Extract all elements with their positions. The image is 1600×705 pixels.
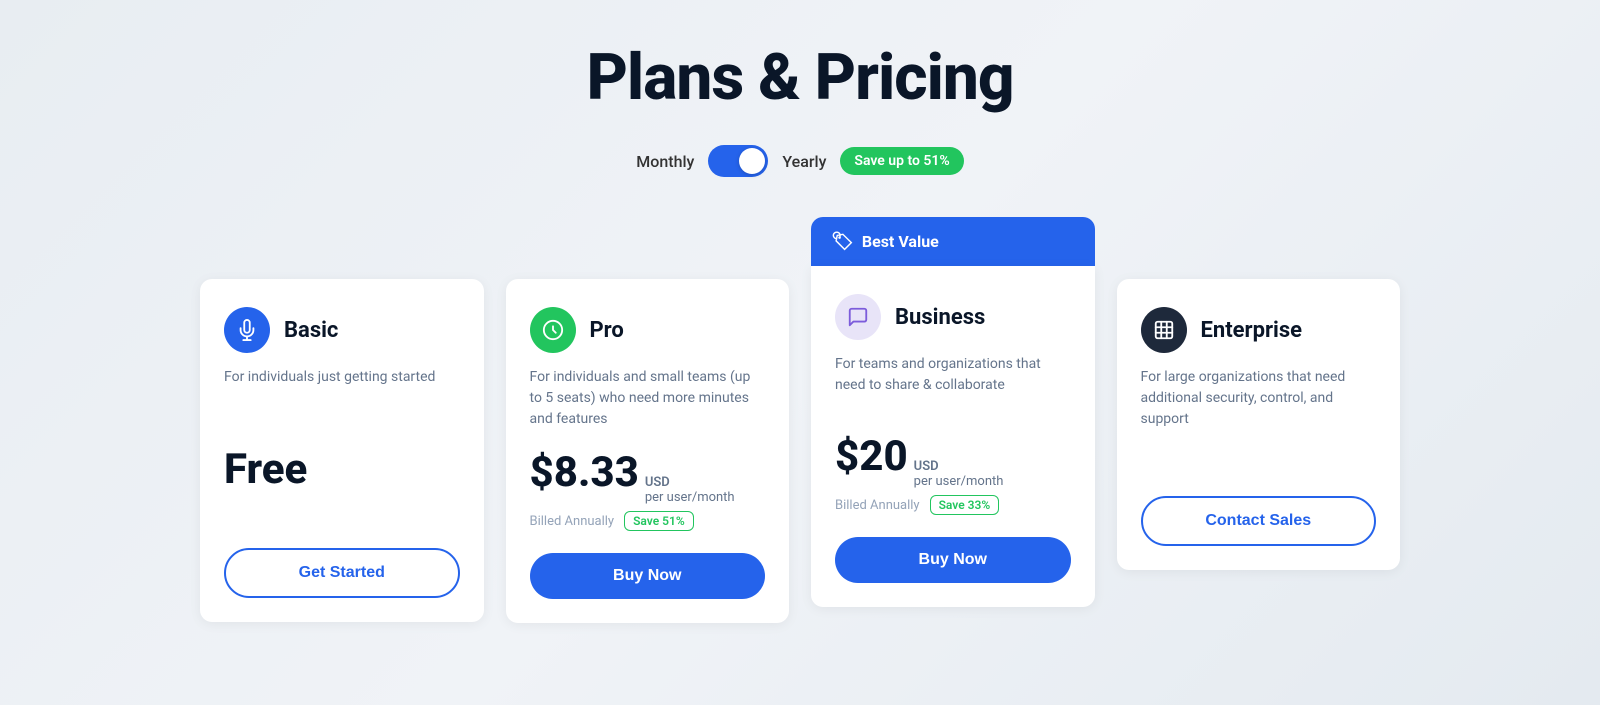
best-value-label: Best Value bbox=[862, 232, 939, 251]
billing-note-business: Billed Annually bbox=[835, 498, 920, 513]
billing-toggle-switch[interactable] bbox=[708, 145, 768, 177]
billing-note-pro: Billed Annually bbox=[530, 514, 615, 529]
plan-price-basic: Free bbox=[224, 445, 460, 494]
save-tag-business: Save 33% bbox=[930, 495, 1000, 515]
plan-header-pro: Pro bbox=[530, 307, 766, 353]
spacer bbox=[200, 217, 484, 279]
plans-container: Basic For individuals just getting start… bbox=[200, 217, 1400, 623]
billing-info-pro: Billed Annually Save 51% bbox=[530, 511, 766, 531]
spacer bbox=[506, 217, 790, 279]
plan-price-business: $20 USD per user/month bbox=[835, 432, 1071, 489]
plan-icon-basic bbox=[224, 307, 270, 353]
price-meta-pro: USD per user/month bbox=[645, 475, 735, 505]
plan-icon-pro bbox=[530, 307, 576, 353]
plan-card-basic: Basic For individuals just getting start… bbox=[200, 279, 484, 622]
monthly-label: Monthly bbox=[636, 152, 694, 171]
plan-header-basic: Basic bbox=[224, 307, 460, 353]
price-meta-business: USD per user/month bbox=[914, 459, 1004, 489]
plan-price-pro: $8.33 USD per user/month bbox=[530, 448, 766, 505]
plan-wrapper-business: 🏷 Best Value Business For teams and orga… bbox=[811, 217, 1095, 607]
plan-icon-business bbox=[835, 294, 881, 340]
plan-icon-enterprise bbox=[1141, 307, 1187, 353]
price-period-business: per user/month bbox=[914, 474, 1004, 489]
plan-card-business: Business For teams and organizations tha… bbox=[811, 266, 1095, 607]
price-amount-business: $20 bbox=[835, 432, 908, 481]
plan-description-enterprise: For large organizations that need additi… bbox=[1141, 367, 1377, 430]
get-started-button[interactable]: Get Started bbox=[224, 548, 460, 598]
plan-description-basic: For individuals just getting started bbox=[224, 367, 460, 427]
plan-card-pro: Pro For individuals and small teams (up … bbox=[506, 279, 790, 623]
price-amount-pro: $8.33 bbox=[530, 448, 639, 497]
price-currency-business: USD bbox=[914, 459, 1004, 474]
plan-description-business: For teams and organizations that need to… bbox=[835, 354, 1071, 414]
plan-name-business: Business bbox=[895, 305, 985, 330]
billing-toggle: Monthly Yearly Save up to 51% bbox=[636, 145, 963, 177]
plan-name-basic: Basic bbox=[284, 318, 338, 343]
plan-name-enterprise: Enterprise bbox=[1201, 318, 1303, 343]
billing-info-business: Billed Annually Save 33% bbox=[835, 495, 1071, 515]
page-title: Plans & Pricing bbox=[586, 40, 1013, 115]
toggle-knob bbox=[739, 148, 765, 174]
yearly-label: Yearly bbox=[782, 152, 826, 171]
plan-wrapper-pro: Pro For individuals and small teams (up … bbox=[506, 217, 790, 623]
buy-now-button-pro[interactable]: Buy Now bbox=[530, 553, 766, 599]
best-value-banner: 🏷 Best Value bbox=[811, 217, 1095, 266]
tag-icon: 🏷 bbox=[831, 231, 854, 252]
contact-sales-button[interactable]: Contact Sales bbox=[1141, 496, 1377, 546]
spacer bbox=[1117, 217, 1401, 279]
plan-wrapper-basic: Basic For individuals just getting start… bbox=[200, 217, 484, 622]
buy-now-button-business[interactable]: Buy Now bbox=[835, 537, 1071, 583]
plan-card-enterprise: Enterprise For large organizations that … bbox=[1117, 279, 1401, 570]
save-tag-pro: Save 51% bbox=[624, 511, 694, 531]
plan-description-pro: For individuals and small teams (up to 5… bbox=[530, 367, 766, 430]
save-badge: Save up to 51% bbox=[840, 147, 963, 175]
plan-header-enterprise: Enterprise bbox=[1141, 307, 1377, 353]
plan-wrapper-enterprise: Enterprise For large organizations that … bbox=[1117, 217, 1401, 570]
price-currency-pro: USD bbox=[645, 475, 735, 490]
price-period-pro: per user/month bbox=[645, 490, 735, 505]
plan-name-pro: Pro bbox=[590, 318, 624, 343]
plan-header-business: Business bbox=[835, 294, 1071, 340]
